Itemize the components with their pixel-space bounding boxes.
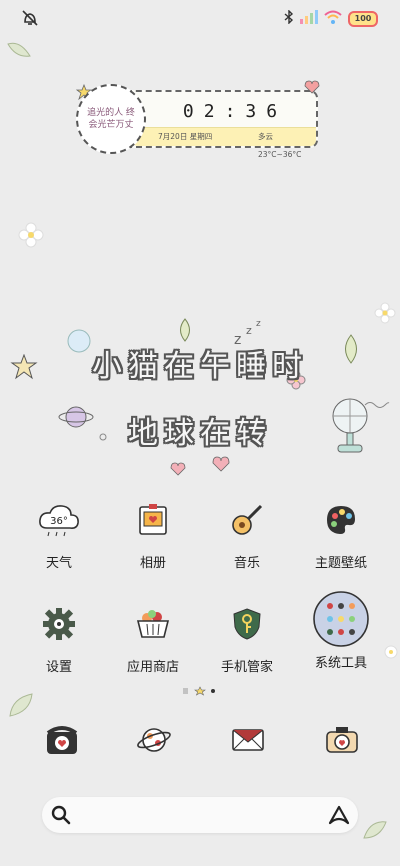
tools-folder-icon [312, 590, 370, 648]
date-weather-strip: 7月20日 星期四 多云 23°C~36°C [132, 127, 316, 159]
dock-browser[interactable] [132, 720, 176, 764]
gear-icon [37, 602, 81, 646]
app-weather[interactable]: 36° 天气 [14, 498, 104, 571]
flower-icon [374, 302, 396, 324]
message-envelope-icon [230, 725, 266, 759]
weather-temp-badge: 36° [50, 516, 68, 527]
photo-album-icon [131, 498, 175, 542]
app-label: 设置 [45, 660, 72, 675]
weather-text: 多云 23°C~36°C [258, 132, 302, 159]
dock-camera[interactable] [320, 720, 364, 764]
leaf-icon [7, 42, 31, 57]
status-bar: 100 [0, 0, 400, 34]
date-text: 7月20日 星期四 [158, 132, 213, 141]
phone-icon [44, 723, 80, 761]
flower-icon [384, 645, 398, 659]
app-music[interactable]: 音乐 [202, 498, 292, 571]
shield-key-icon [225, 602, 269, 646]
clock-widget[interactable]: 02:36 7月20日 星期四 多云 23°C~36°C 追光的人 终会光芒万丈 [76, 80, 320, 159]
app-system-tools[interactable]: 系统工具 [296, 584, 386, 671]
search-icon[interactable] [50, 804, 72, 830]
app-label: 相册 [139, 556, 166, 571]
app-label: 系统工具 [314, 656, 367, 671]
assistant-icon[interactable] [328, 805, 350, 829]
wifi-icon [324, 9, 342, 28]
app-label: 主题壁纸 [314, 556, 367, 571]
camera-icon [324, 724, 360, 760]
app-phone-manager[interactable]: 手机管家 [202, 602, 292, 675]
planet-icon [136, 723, 172, 761]
app-store[interactable]: 应用商店 [108, 602, 198, 675]
app-label: 应用商店 [126, 660, 179, 675]
app-label: 手机管家 [220, 660, 273, 675]
svg-text:z: z [256, 319, 261, 329]
page-dot [211, 689, 215, 693]
svg-text:z: z [246, 324, 252, 337]
page-dot-current [194, 686, 206, 696]
battery-icon: 100 [348, 10, 378, 27]
flower-icon [18, 222, 44, 248]
heart-icon [304, 80, 320, 94]
wallpaper-line-1: 小猫在午睡时 [92, 349, 308, 384]
heart-icon [170, 462, 186, 476]
search-input[interactable] [82, 803, 318, 829]
app-label: 天气 [45, 556, 72, 571]
bluetooth-icon [284, 9, 294, 28]
leaf-icon [180, 318, 190, 342]
wallpaper-line-2: 地球在转 [128, 416, 272, 451]
palette-icon [319, 498, 363, 542]
leaf-icon [9, 693, 33, 717]
app-theme-wallpaper[interactable]: 主题壁纸 [296, 498, 386, 571]
quote-text: 追光的人 终会光芒万丈 [87, 108, 135, 130]
search-bar[interactable] [42, 797, 358, 833]
page-indicator[interactable] [180, 686, 220, 696]
dock-phone[interactable] [40, 720, 84, 764]
app-label: 音乐 [233, 556, 260, 571]
app-settings[interactable]: 设置 [14, 602, 104, 675]
muted-notification-icon [20, 9, 40, 27]
shopping-basket-icon [131, 602, 175, 646]
page-dot [183, 688, 188, 694]
weather-cloud-icon: 36° [37, 498, 81, 542]
leaf-icon [363, 821, 387, 839]
dock-messages[interactable] [226, 720, 270, 764]
guitar-icon [225, 498, 269, 542]
signal-bars-icon [300, 9, 318, 28]
quote-circle: 追光的人 终会光芒万丈 [76, 84, 146, 154]
heart-icon [212, 456, 230, 472]
app-album[interactable]: 相册 [108, 498, 198, 571]
clock-time: 02:36 [182, 101, 288, 122]
